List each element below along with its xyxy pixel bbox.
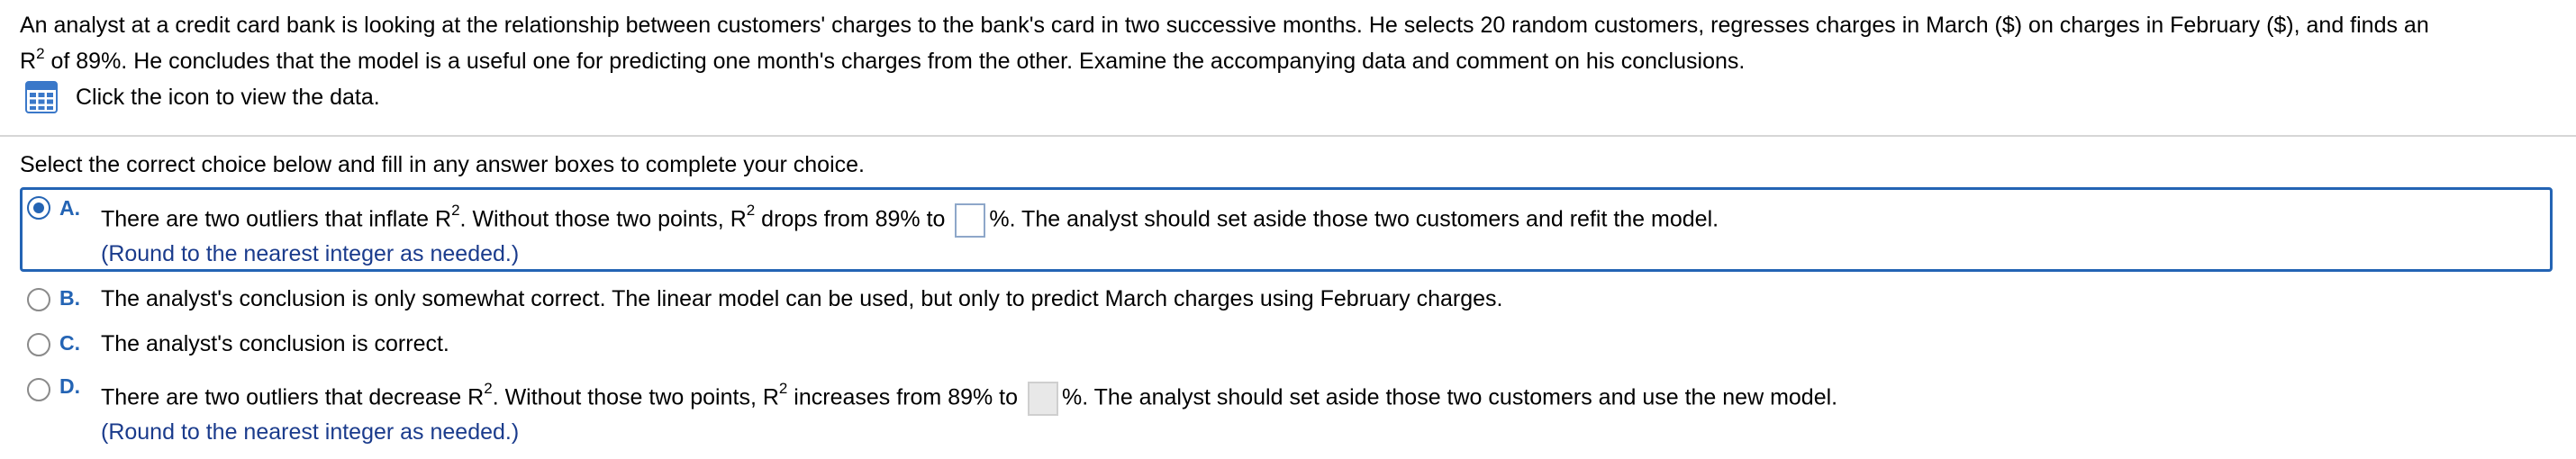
choice-a-hint: (Round to the nearest integer as needed.… (101, 241, 520, 266)
choice-c-radio[interactable] (27, 333, 50, 356)
choice-c-letter: C. (59, 331, 80, 355)
choice-a-letter: A. (59, 196, 80, 220)
choice-d-text-part-3: increases from 89% to (787, 384, 1024, 410)
choice-a-text-part-2: . Without those two points, R (459, 206, 747, 232)
r-squared-superscript: 2 (36, 44, 45, 62)
choice-a-text-part-1: There are two outliers that inflate R (101, 206, 452, 232)
choice-a-radio[interactable] (27, 196, 50, 220)
r-symbol: R (20, 49, 37, 74)
choice-a-superscript-2: 2 (746, 202, 756, 220)
choice-b-text[interactable]: The analyst's conclusion is only somewha… (101, 284, 1502, 313)
choice-a-text[interactable]: There are two outliers that inflate R2. … (101, 202, 1719, 238)
choice-a-superscript-1: 2 (451, 202, 460, 220)
choice-d-answer-input[interactable] (1027, 382, 1058, 416)
question-text: An analyst at a credit card bank is look… (20, 7, 2555, 79)
view-data-label[interactable]: Click the icon to view the data. (76, 85, 380, 111)
choice-d-text-part-1: There are two outliers that decrease R (101, 384, 485, 410)
choice-d-radio[interactable] (27, 378, 50, 401)
choice-d-hint: (Round to the nearest integer as needed.… (101, 419, 520, 445)
grid-icon[interactable] (25, 81, 58, 113)
choice-d-superscript-2: 2 (778, 380, 788, 398)
choice-c-text[interactable]: The analyst's conclusion is correct. (101, 329, 449, 358)
divider (0, 135, 2576, 137)
question-line-2: R2 of 89%. He concludes that the model i… (20, 43, 2555, 79)
question-line-1: An analyst at a credit card bank is look… (20, 13, 2429, 38)
choice-a-text-part-3: drops from 89% to (755, 206, 952, 232)
question-line-2-text: of 89%. He concludes that the model is a… (44, 49, 1746, 74)
view-data-link[interactable]: Click the icon to view the data. (25, 81, 380, 113)
choice-d-superscript-1: 2 (484, 380, 493, 398)
choice-b-radio[interactable] (27, 288, 50, 311)
instruction-text: Select the correct choice below and fill… (20, 152, 865, 177)
choice-d-text-part-4: %. The analyst should set aside those tw… (1061, 384, 1838, 410)
choice-b-letter: B. (59, 286, 80, 310)
choice-d-text[interactable]: There are two outliers that decrease R2.… (101, 380, 1838, 416)
choice-d-letter: D. (59, 374, 80, 398)
choice-a-text-part-4: %. The analyst should set aside those tw… (989, 206, 1719, 232)
choice-a-answer-input[interactable] (955, 203, 986, 238)
choice-d-text-part-2: . Without those two points, R (492, 384, 779, 410)
